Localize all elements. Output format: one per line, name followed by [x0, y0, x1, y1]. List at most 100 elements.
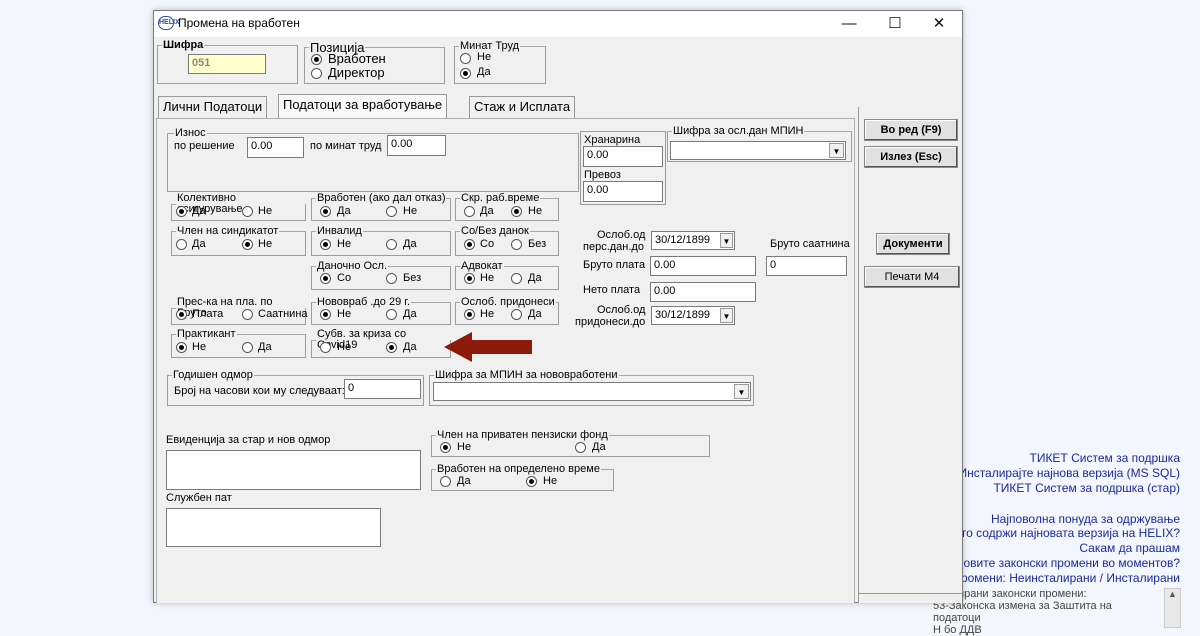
- chevron-down-icon[interactable]: ▼: [829, 143, 844, 158]
- praktikant-ne-radio[interactable]: [176, 342, 187, 353]
- novovrab-ne-label: Не: [337, 308, 352, 320]
- tab-staz-isplata[interactable]: Стаж и Исплата: [469, 96, 576, 118]
- link-whats-new[interactable]: Што содржи најновата верзија на HELIX?: [950, 526, 1180, 540]
- invalid-ne-radio[interactable]: [320, 239, 331, 250]
- kolektivno-da-label: Да: [192, 205, 206, 217]
- minimize-icon[interactable]: —: [826, 11, 872, 37]
- bruto-saatnina-input[interactable]: 0: [766, 256, 847, 276]
- exit-button[interactable]: Излез (Esc): [864, 146, 958, 168]
- casovi-label: Број на часови кои му следуваат:: [174, 385, 345, 397]
- sindikat-label: Член на синдикатот: [177, 225, 279, 237]
- osl-pridonesi-da-radio[interactable]: [511, 309, 522, 320]
- arrow-pointer-icon: [444, 332, 532, 362]
- praktikant-da-label: Да: [258, 341, 272, 353]
- print-m4-button[interactable]: Печати М4: [864, 266, 960, 288]
- advokat-ne-radio[interactable]: [464, 273, 475, 284]
- bruto-plata-input[interactable]: 0.00: [650, 256, 756, 276]
- opredeleno-label: Вработен на определено време: [437, 463, 600, 475]
- link-offer[interactable]: Најповолна понуда за одржување: [991, 512, 1180, 526]
- danocno-bez-radio[interactable]: [386, 273, 397, 284]
- kolektivno-da-radio[interactable]: [176, 206, 187, 217]
- osl-prid-label-1: Ослоб.од: [597, 304, 646, 316]
- praktikant-da-radio[interactable]: [242, 342, 253, 353]
- skr-rab-label: Скр. раб.време: [461, 192, 540, 204]
- sifra-field[interactable]: 051: [188, 54, 266, 74]
- skr-rab-ne-label: Не: [528, 205, 543, 217]
- danok-so-radio[interactable]: [464, 239, 475, 250]
- pres-ka-plata-radio[interactable]: [176, 309, 187, 320]
- osl-prid-date[interactable]: 30/12/1899 ▼: [651, 306, 735, 325]
- evidencija-textarea[interactable]: [166, 450, 421, 490]
- side-list-scrollbar[interactable]: ▲: [1164, 588, 1181, 628]
- novovrab-da-label: Да: [403, 308, 417, 320]
- tab-podatoci-vrabotuvanje[interactable]: Податоци за вработување: [278, 94, 448, 119]
- po-resenie-input[interactable]: 0.00: [247, 137, 304, 158]
- link-legal-changes[interactable]: најновите законски промени во моментов?: [941, 556, 1180, 570]
- chevron-down-icon[interactable]: ▼: [720, 233, 733, 248]
- novovrab-da-radio[interactable]: [386, 309, 397, 320]
- sindikat-da-radio[interactable]: [176, 239, 187, 250]
- danocno-so-radio[interactable]: [320, 273, 331, 284]
- kolektivno-ne-radio[interactable]: [242, 206, 253, 217]
- hranarina-input[interactable]: 0.00: [583, 146, 663, 167]
- invalid-da-label: Да: [403, 238, 417, 250]
- documents-button[interactable]: Документи: [876, 233, 950, 255]
- po-minat-trud-input[interactable]: 0.00: [387, 135, 446, 156]
- opredeleno-ne-radio[interactable]: [526, 476, 537, 487]
- danok-bez-label: Без: [528, 238, 547, 250]
- link-ask[interactable]: Сакам да прашам: [1079, 541, 1180, 555]
- neto-plata-label: Нето плата: [583, 284, 641, 296]
- vraboten-otkaz-ne-radio[interactable]: [386, 206, 397, 217]
- maximize-icon[interactable]: ☐: [872, 11, 918, 37]
- opredeleno-da-radio[interactable]: [440, 476, 451, 487]
- tab-licni-podatoci[interactable]: Лични Податоци: [158, 96, 268, 118]
- vraboten-otkaz-da-radio[interactable]: [320, 206, 331, 217]
- bruto-plata-label: Бруто плата: [583, 259, 646, 271]
- advokat-ne-label: Не: [480, 272, 495, 284]
- minat-trud-da-radio[interactable]: [460, 68, 471, 79]
- penziski-ne-radio[interactable]: [440, 442, 451, 453]
- chevron-down-icon[interactable]: ▼: [734, 384, 749, 399]
- pres-ka-saatnina-radio[interactable]: [242, 309, 253, 320]
- covid-ne-radio[interactable]: [320, 342, 331, 353]
- pozicija-direktor-radio[interactable]: [311, 68, 322, 79]
- skr-rab-da-radio[interactable]: [464, 206, 475, 217]
- prevoz-input[interactable]: 0.00: [583, 181, 663, 202]
- pozicija-vraboten-radio[interactable]: [311, 54, 322, 65]
- skr-rab-ne-radio[interactable]: [511, 206, 522, 217]
- neto-plata-input[interactable]: 0.00: [650, 282, 756, 302]
- sindikat-ne-radio[interactable]: [242, 239, 253, 250]
- covid-group: Субв. за криза со Covid19: [311, 329, 451, 358]
- penziski-da-radio[interactable]: [575, 442, 586, 453]
- link-install-sql[interactable]: Инсталирајте најнова верзија (MS SQL): [958, 466, 1180, 480]
- button-panel-divider: [858, 593, 962, 594]
- window-title: Промена на вработен: [178, 16, 300, 30]
- ok-button[interactable]: Во ред (F9): [864, 119, 958, 141]
- chevron-down-icon[interactable]: ▼: [720, 308, 733, 323]
- link-changes-status[interactable]: и промени: Неинсталирани / Инсталирани: [944, 571, 1180, 585]
- mpin-novo-select[interactable]: ▼: [433, 382, 751, 401]
- scroll-up-icon[interactable]: ▲: [1165, 589, 1180, 599]
- arrow-shape: [444, 332, 532, 362]
- praktikant-label: Практикант: [177, 328, 236, 340]
- osl-pridonesi-ne-radio[interactable]: [464, 309, 475, 320]
- title-bar[interactable]: HELIX Промена на вработен — ☐ ✕: [154, 11, 962, 37]
- sluzben-pat-label: Службен пат: [166, 492, 232, 504]
- osl-pers-date[interactable]: 30/12/1899 ▼: [651, 231, 735, 250]
- link-tiket[interactable]: ТИКЕТ Систем за подршка: [1029, 451, 1180, 465]
- invalid-da-radio[interactable]: [386, 239, 397, 250]
- casovi-input[interactable]: 0: [344, 379, 421, 399]
- covid-da-radio[interactable]: [386, 342, 397, 353]
- close-icon[interactable]: ✕: [916, 11, 962, 37]
- sluzben-pat-textarea[interactable]: [166, 508, 381, 547]
- mpin-select[interactable]: ▼: [670, 141, 846, 160]
- mpin-novo-label: Шифра за МПИН за нововработени: [435, 369, 618, 381]
- invalid-label: Инвалид: [317, 225, 362, 237]
- minat-trud-ne-radio[interactable]: [460, 53, 471, 64]
- danok-bez-radio[interactable]: [511, 239, 522, 250]
- novovrab-ne-radio[interactable]: [320, 309, 331, 320]
- osl-pridonesi-label: Ослоб. придонеси: [461, 296, 555, 308]
- link-tiket-old[interactable]: ТИКЕТ Систем за подршка (стар): [993, 481, 1180, 495]
- praktikant-ne-label: Не: [192, 341, 207, 353]
- advokat-da-radio[interactable]: [511, 273, 522, 284]
